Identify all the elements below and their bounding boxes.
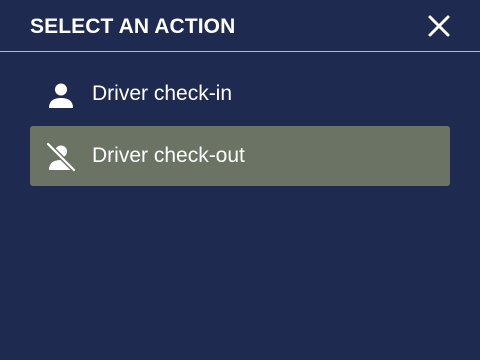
menu-item-label: Driver check-out (92, 144, 245, 167)
action-menu: Driver check-in Driver check-out (30, 64, 450, 186)
close-icon (428, 15, 450, 37)
dialog-header: SELECT AN ACTION (0, 0, 480, 52)
menu-item-label: Driver check-in (92, 82, 233, 105)
dialog-title: SELECT AN ACTION (30, 15, 236, 38)
close-button[interactable] (426, 13, 452, 39)
person-icon (46, 80, 76, 110)
menu-item-driver-check-out[interactable]: Driver check-out (30, 126, 450, 186)
action-dialog: SELECT AN ACTION Driver check-in Driver … (0, 0, 480, 360)
menu-item-driver-check-in[interactable]: Driver check-in (30, 64, 450, 124)
person-off-icon (46, 142, 76, 172)
